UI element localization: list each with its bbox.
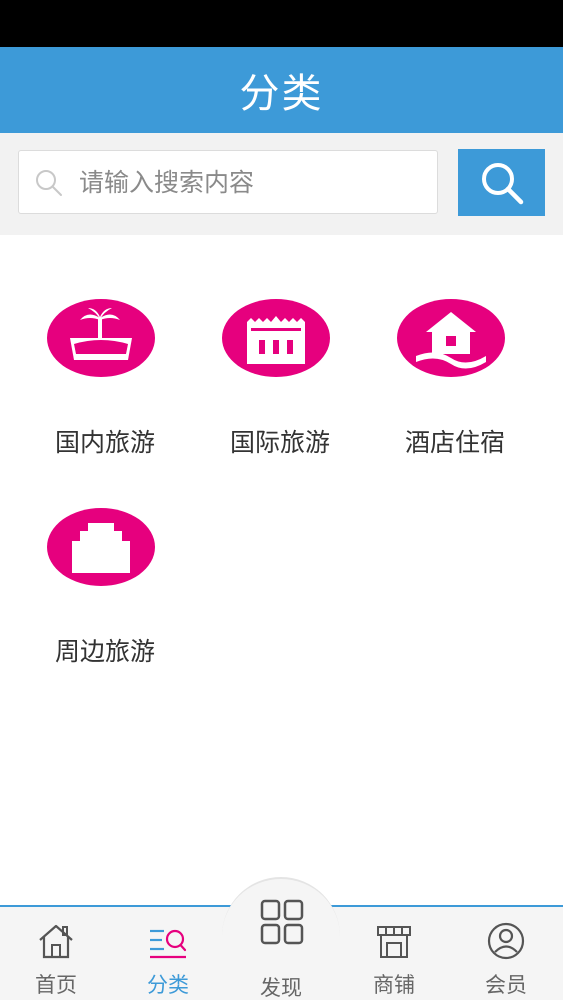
search-area (0, 133, 563, 235)
search-input[interactable] (79, 151, 429, 213)
category-label: 国际旅游 (229, 428, 330, 457)
page-title: 分类 (239, 71, 324, 117)
tab-label: 商铺 (373, 973, 415, 997)
category-domestic-travel[interactable]: 国内旅游 (30, 298, 180, 478)
category-label: 酒店住宿 (404, 428, 505, 457)
tab-member[interactable]: 会员 (450, 907, 562, 1000)
house-icon (397, 299, 505, 377)
tab-label: 首页 (35, 973, 77, 997)
search-button[interactable] (458, 149, 545, 216)
search-icon (36, 170, 62, 196)
tropical-island-icon (47, 299, 155, 377)
store-icon (377, 926, 411, 958)
grid-icon (260, 899, 304, 945)
search-icon (481, 162, 523, 204)
category-label: 周边旅游 (54, 637, 155, 666)
castle-icon (222, 299, 330, 377)
tab-home[interactable]: 首页 (0, 907, 112, 1000)
category-search-icon (150, 929, 187, 959)
home-icon (39, 924, 73, 959)
search-box[interactable] (18, 150, 438, 214)
title-bar: 分类 (0, 47, 563, 133)
tab-label: 分类 (147, 973, 189, 997)
category-label: 国内旅游 (54, 428, 155, 457)
category-nearby-travel[interactable]: 周边旅游 (30, 507, 180, 687)
category-hotel-lodging[interactable]: 酒店住宿 (380, 298, 530, 478)
tab-category[interactable]: 分类 (112, 907, 224, 1000)
tab-label: 发现 (260, 976, 302, 1000)
user-icon (487, 922, 525, 960)
building-icon (47, 508, 155, 586)
category-international-travel[interactable]: 国际旅游 (205, 298, 355, 478)
tab-label: 会员 (485, 973, 527, 997)
status-bar (0, 0, 563, 47)
tab-discover[interactable]: 发现 (222, 877, 340, 1000)
tab-store[interactable]: 商铺 (338, 907, 450, 1000)
